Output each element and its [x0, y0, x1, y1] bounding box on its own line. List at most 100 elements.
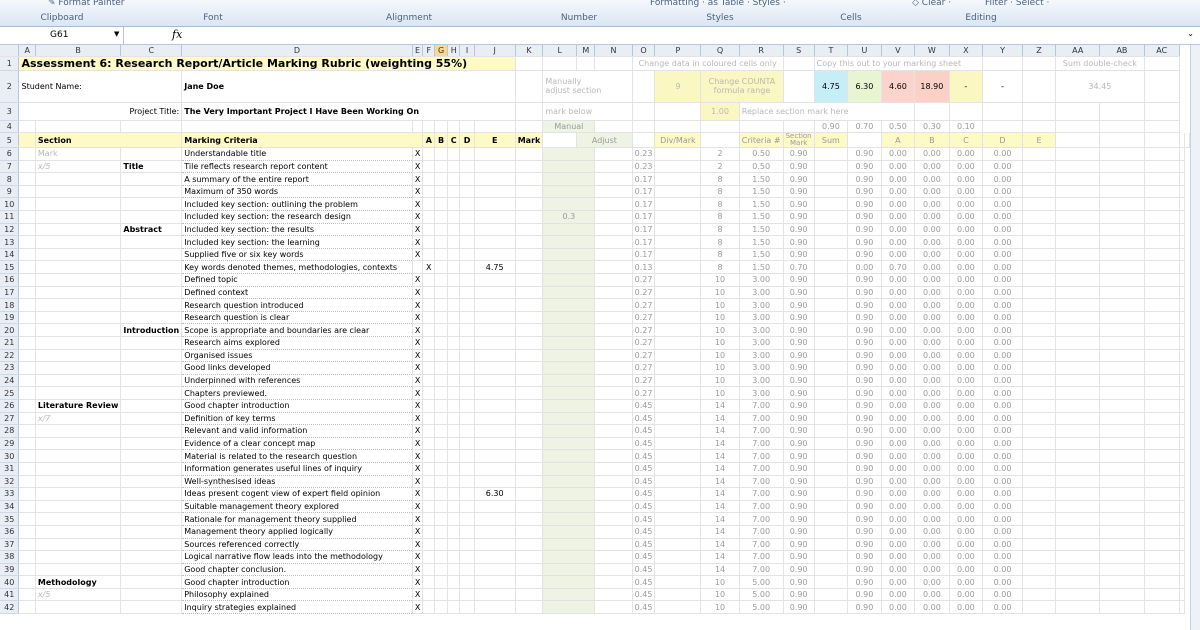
grade-cell-e[interactable] — [459, 349, 475, 363]
grade-cell-e[interactable] — [459, 600, 475, 615]
col-header[interactable]: S — [783, 45, 815, 57]
row-header[interactable]: 30 — [0, 449, 20, 463]
grade-cell-c[interactable] — [434, 424, 449, 438]
row-header[interactable]: 7 — [0, 160, 20, 174]
grade-cell-c[interactable] — [434, 550, 449, 564]
row-header[interactable]: 20 — [0, 323, 20, 337]
col-header[interactable]: Q — [700, 45, 740, 57]
grade-cell-c[interactable] — [434, 512, 449, 526]
adjust-cell[interactable] — [542, 462, 596, 476]
grade-cell-e[interactable] — [459, 475, 475, 489]
grade-cell-a[interactable]: X — [412, 424, 424, 438]
row-header[interactable]: 34 — [0, 500, 20, 514]
grade-cell-c[interactable] — [434, 575, 449, 589]
row-header[interactable]: 19 — [0, 311, 20, 325]
col-header[interactable]: K — [515, 45, 544, 57]
grade-cell-b[interactable] — [422, 575, 436, 589]
grade-cell-c[interactable] — [434, 323, 449, 337]
grade-cell-e[interactable] — [459, 298, 475, 312]
grade-cell-a[interactable]: X — [412, 462, 424, 476]
grade-cell-c[interactable] — [434, 160, 449, 174]
col-header[interactable]: Z — [1022, 45, 1057, 57]
row-header[interactable]: 27 — [0, 412, 20, 426]
grade-cell-a[interactable]: X — [412, 197, 424, 212]
grade-cell-c[interactable] — [434, 361, 449, 375]
col-header[interactable]: C — [120, 45, 183, 57]
col-header[interactable]: J — [474, 45, 516, 57]
grade-cell-a[interactable]: X — [412, 512, 424, 526]
adjust-cell[interactable] — [542, 563, 596, 577]
grade-cell-e[interactable] — [459, 311, 475, 325]
col-header[interactable]: N — [594, 45, 633, 57]
grade-cell-c[interactable] — [434, 412, 449, 426]
grade-cell-a[interactable]: X — [412, 223, 424, 237]
grade-cell-d[interactable] — [447, 172, 461, 186]
row-header[interactable]: 39 — [0, 563, 20, 577]
grade-cell-b[interactable] — [422, 235, 436, 249]
row-header[interactable]: 3 — [0, 102, 20, 121]
grade-cell-e[interactable] — [459, 223, 475, 237]
grade-cell-b[interactable] — [422, 374, 436, 388]
row-header[interactable]: 8 — [0, 172, 20, 186]
grade-cell-a[interactable]: X — [412, 374, 424, 388]
adjust-cell[interactable] — [542, 160, 596, 174]
row-header[interactable]: 35 — [0, 512, 20, 526]
grade-cell-a[interactable]: X — [412, 147, 424, 161]
grade-cell-d[interactable] — [447, 500, 461, 514]
grade-cell-d[interactable] — [447, 323, 461, 337]
grade-cell-b[interactable] — [422, 600, 436, 615]
grade-cell-e[interactable] — [459, 575, 475, 589]
row-header[interactable]: 2 — [0, 70, 20, 103]
adjust-cell[interactable] — [542, 386, 596, 400]
grade-cell-e[interactable] — [459, 424, 475, 438]
grade-cell-e[interactable] — [459, 374, 475, 388]
grade-cell-d[interactable] — [447, 399, 461, 413]
grade-cell-b[interactable] — [422, 286, 436, 300]
grade-cell-d[interactable] — [447, 386, 461, 400]
grade-cell-c[interactable] — [434, 273, 449, 287]
grade-cell-a[interactable]: X — [412, 248, 424, 262]
grade-cell-d[interactable] — [447, 538, 461, 552]
grade-cell-d[interactable] — [447, 588, 461, 602]
grade-cell-b[interactable] — [422, 223, 436, 237]
grade-cell-e[interactable] — [459, 550, 475, 564]
grade-cell-d[interactable] — [447, 424, 461, 438]
grade-cell-a[interactable]: X — [412, 550, 424, 564]
grade-cell-e[interactable] — [459, 449, 475, 463]
adjust-cell[interactable] — [542, 361, 596, 375]
grade-cell-d[interactable] — [447, 412, 461, 426]
grade-cell-d[interactable] — [447, 437, 461, 451]
grade-cell-c[interactable] — [434, 600, 449, 615]
row-header[interactable]: 14 — [0, 248, 20, 262]
row-header[interactable]: 6 — [0, 147, 20, 161]
grade-cell-c[interactable] — [434, 462, 449, 476]
row-header[interactable]: 42 — [0, 600, 20, 615]
grade-cell-b[interactable] — [422, 563, 436, 577]
row-header[interactable]: 12 — [0, 223, 20, 237]
grade-cell-a[interactable]: X — [412, 160, 424, 174]
grade-cell-c[interactable] — [434, 311, 449, 325]
row-header[interactable]: 36 — [0, 525, 20, 539]
grade-cell-b[interactable] — [422, 160, 436, 174]
grade-cell-e[interactable] — [459, 563, 475, 577]
adjust-cell[interactable] — [542, 412, 596, 426]
grade-cell-c[interactable] — [434, 286, 449, 300]
row-header[interactable]: 23 — [0, 361, 20, 375]
adjust-cell[interactable] — [542, 449, 596, 463]
grade-cell-b[interactable] — [422, 248, 436, 262]
grade-cell-e[interactable] — [459, 336, 475, 350]
grade-cell-e[interactable] — [459, 323, 475, 337]
adjust-cell[interactable] — [542, 588, 596, 602]
grade-cell-c[interactable] — [434, 500, 449, 514]
adjust-cell[interactable] — [542, 235, 596, 249]
grade-cell-c[interactable] — [434, 538, 449, 552]
grade-cell-b[interactable] — [422, 500, 436, 514]
adjust-cell[interactable] — [542, 500, 596, 514]
grade-cell-a[interactable]: X — [412, 336, 424, 350]
grade-cell-e[interactable] — [459, 487, 475, 501]
grade-cell-a[interactable]: X — [412, 588, 424, 602]
row-header[interactable]: 31 — [0, 462, 20, 476]
grade-cell-b[interactable] — [422, 437, 436, 451]
grade-cell-d[interactable] — [447, 248, 461, 262]
col-header[interactable]: U — [847, 45, 882, 57]
